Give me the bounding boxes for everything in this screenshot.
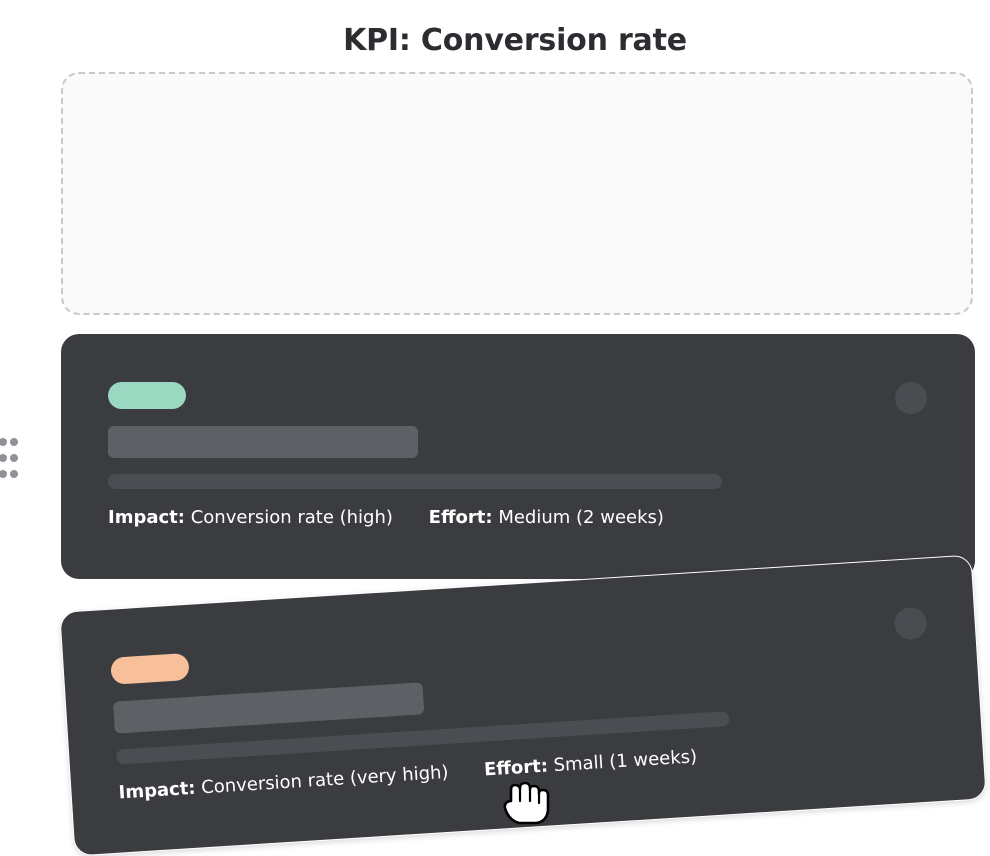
card-title-placeholder [108,426,418,458]
category-tag [108,382,186,409]
category-tag [110,652,190,685]
card-meta: Impact: Conversion rate (high) Effort: M… [108,506,664,530]
effort-label: Effort: [483,755,549,781]
impact-label: Impact: [118,777,197,804]
effort-value: Small (1 weeks) [553,746,698,777]
impact-value: Conversion rate (high) [190,507,393,528]
backlog-card[interactable]: Impact: Conversion rate (high) Effort: M… [61,334,975,579]
card-description-placeholder [108,474,722,489]
page-title: KPI: Conversion rate [343,23,687,59]
grab-cursor-icon [503,781,550,825]
impact-value: Conversion rate (very high) [200,761,450,799]
drag-handle-icon[interactable] [0,436,22,480]
effort-label: Effort: [428,507,493,528]
card-title-placeholder [112,682,425,734]
avatar[interactable] [895,382,927,414]
avatar[interactable] [893,606,928,641]
effort-value: Medium (2 weeks) [498,507,664,528]
impact-label: Impact: [108,507,185,528]
drop-zone-placeholder[interactable] [61,72,973,315]
